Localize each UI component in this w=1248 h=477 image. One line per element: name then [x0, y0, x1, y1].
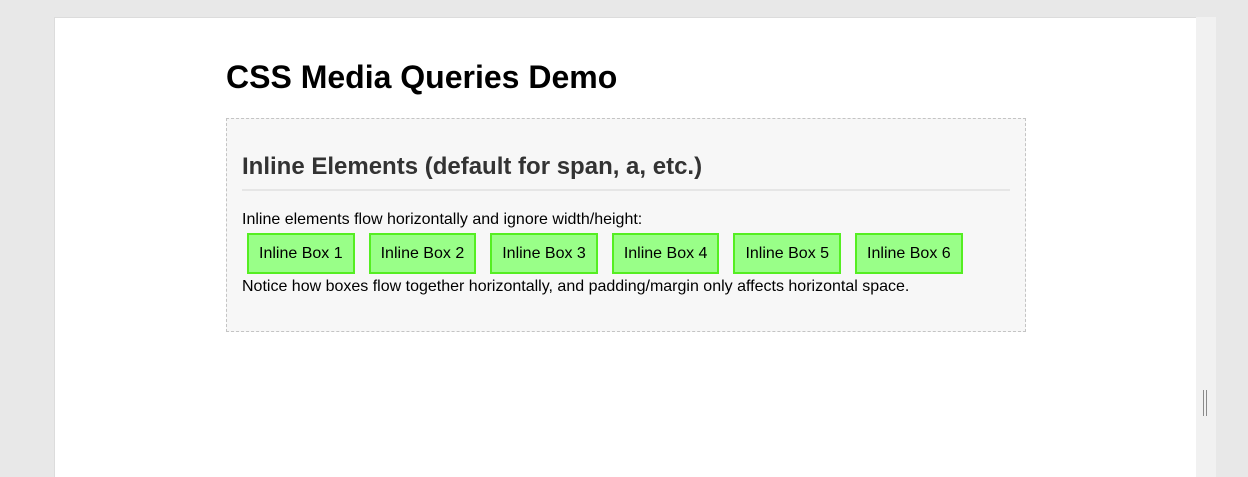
section-intro: Inline elements flow horizontally and ig… — [242, 211, 643, 228]
main-content: CSS Media Queries Demo Inline Elements (… — [226, 55, 1026, 332]
page-title: CSS Media Queries Demo — [226, 59, 618, 95]
inline-box: Inline Box 4 — [611, 233, 720, 274]
inline-box: Inline Box 1 — [247, 233, 355, 274]
section-notice: Notice how boxes flow together horizonta… — [242, 278, 910, 295]
inline-box: Inline Box 6 — [855, 233, 963, 274]
inline-box: Inline Box 3 — [490, 233, 598, 274]
inline-box: Inline Box 5 — [733, 233, 842, 274]
inline-box: Inline Box 2 — [368, 233, 477, 274]
inline-demo-section: Inline Elements (default for span, a, et… — [226, 118, 1026, 332]
inline-box-row: Inline Box 1 Inline Box 2 Inline Box 3 Inli… — [242, 233, 1010, 274]
resize-handle-icon[interactable] — [1203, 390, 1209, 416]
section-heading: Inline Elements (default for span, a, et… — [242, 119, 1010, 191]
